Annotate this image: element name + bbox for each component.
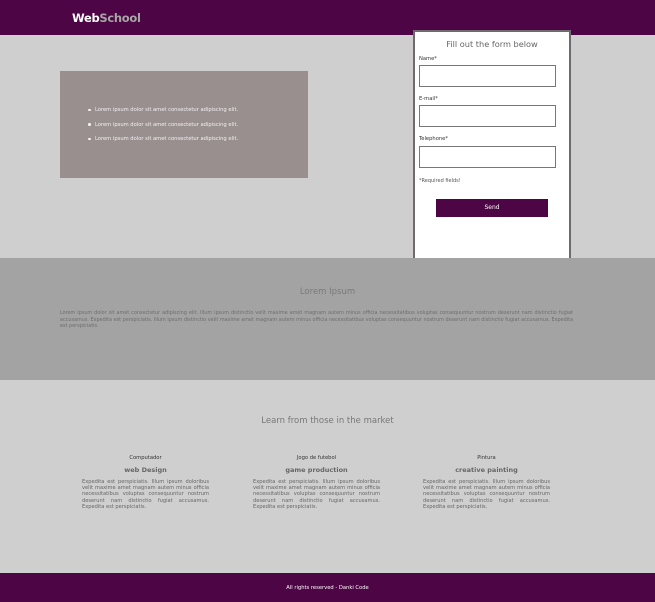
site-footer: All rights reserved - Danki Code — [0, 573, 655, 602]
email-label: E-mail* — [419, 96, 438, 102]
course-category: Pintura — [477, 455, 496, 461]
about-title: Lorem Ipsum — [299, 287, 356, 297]
hero-info-box: Lorem ipsum dolor sit amet consectetur a… — [60, 71, 308, 178]
course-category: Jogo de futebol — [296, 455, 337, 461]
name-label: Name* — [419, 56, 437, 62]
footer-copyright: All rights reserved - Danki Code — [286, 585, 369, 591]
course-card-game-production: Jogo de futebol game production Expedita… — [253, 455, 380, 510]
logo-web: Web — [72, 11, 100, 25]
learn-section: Learn from those in the market Computado… — [0, 380, 655, 573]
contact-form: Fill out the form below Name* E-mail* Te… — [413, 30, 571, 263]
hero-bullet: Lorem ipsum dolor sit amet consectetur a… — [88, 121, 238, 136]
course-text: Expedita est perspiciatis. Illum ipsum d… — [423, 479, 550, 510]
email-field[interactable] — [419, 105, 556, 127]
site-logo[interactable]: WebSchool — [72, 11, 141, 25]
course-card-creative-painting: Pintura creative painting Expedita est p… — [423, 455, 550, 510]
course-heading: creative painting — [455, 466, 518, 474]
form-title: Fill out the form below — [446, 39, 538, 49]
telephone-label: Telephone* — [419, 136, 448, 142]
course-text: Expedita est perspiciatis. Illum ipsum d… — [82, 479, 209, 510]
course-category: Computador — [129, 455, 162, 461]
about-section: Lorem Ipsum Lorem ipsum dolor sit amet c… — [0, 258, 655, 380]
hero-bullet: Lorem ipsum dolor sit amet consectetur a… — [88, 135, 238, 150]
hero-bullet-list: Lorem ipsum dolor sit amet consectetur a… — [88, 106, 238, 150]
hero-bullet: Lorem ipsum dolor sit amet consectetur a… — [88, 106, 238, 121]
learn-title: Learn from those in the market — [261, 416, 394, 426]
about-text: Lorem ipsum dolor sit amet consectetur a… — [60, 310, 573, 329]
send-button[interactable]: Send — [436, 199, 548, 217]
course-card-web-design: Computador web Design Expedita est persp… — [82, 455, 209, 510]
logo-school: School — [99, 11, 141, 25]
course-text: Expedita est perspiciatis. Illum ipsum d… — [253, 479, 380, 510]
course-heading: game production — [285, 466, 348, 474]
required-note: *Required fields! — [419, 178, 461, 184]
telephone-field[interactable] — [419, 146, 556, 168]
course-heading: web Design — [124, 466, 167, 474]
name-field[interactable] — [419, 65, 556, 87]
